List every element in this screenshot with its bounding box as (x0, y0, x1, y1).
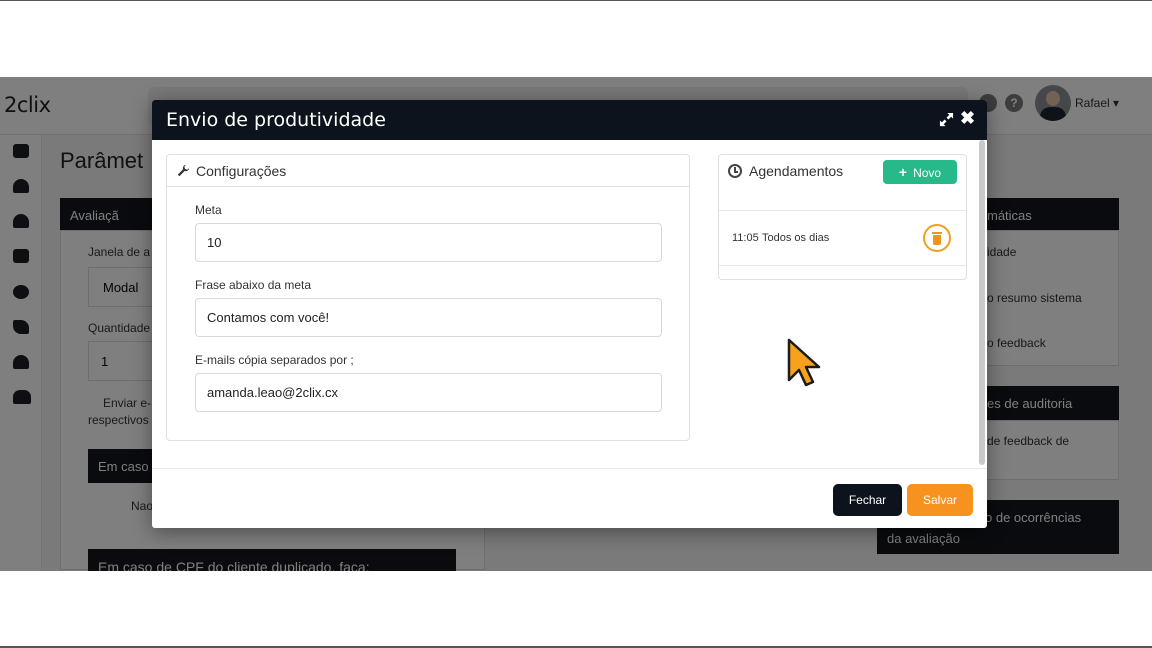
emails-input[interactable] (195, 373, 662, 412)
modal-footer: Fechar Salvar (152, 468, 987, 528)
config-card: Configurações Meta Frase abaixo da meta … (166, 154, 690, 441)
config-card-title: Configurações (196, 163, 287, 179)
close-icon[interactable]: ✖ (960, 109, 975, 127)
schedule-frequency: Todos os dias (762, 232, 830, 244)
schedules-card: Agendamentos + Novo 11:05 Todos os dias (718, 154, 967, 280)
phrase-label: Frase abaixo da meta (195, 278, 312, 292)
plus-icon: + (898, 164, 908, 180)
meta-input[interactable] (195, 223, 662, 262)
modal-scrollbar[interactable] (979, 140, 985, 465)
emails-label: E-mails cópia separados por ; (195, 353, 354, 367)
config-card-header: Configurações (167, 155, 689, 187)
clock-icon (728, 164, 742, 178)
expand-icon[interactable] (939, 112, 954, 127)
schedule-row: 11:05 Todos os dias (719, 210, 966, 266)
frame-top-border (0, 0, 1152, 1)
meta-label: Meta (195, 203, 222, 217)
schedule-time: 11:05 (732, 232, 759, 244)
modal-header: Envio de produtividade ✖ (152, 100, 987, 140)
schedules-title: Agendamentos (749, 163, 844, 179)
new-schedule-button[interactable]: + Novo (883, 160, 957, 184)
delete-schedule-button[interactable] (923, 224, 951, 252)
save-button[interactable]: Salvar (907, 484, 973, 516)
modal-title: Envio de produtividade (166, 109, 386, 131)
productivity-modal: Envio de produtividade ✖ Configurações M… (152, 100, 987, 528)
phrase-input[interactable] (195, 298, 662, 337)
close-button[interactable]: Fechar (833, 484, 902, 516)
new-schedule-label: Novo (913, 166, 942, 180)
trash-icon (932, 232, 942, 234)
mouse-cursor-icon (787, 338, 821, 387)
wrench-icon (177, 164, 190, 177)
